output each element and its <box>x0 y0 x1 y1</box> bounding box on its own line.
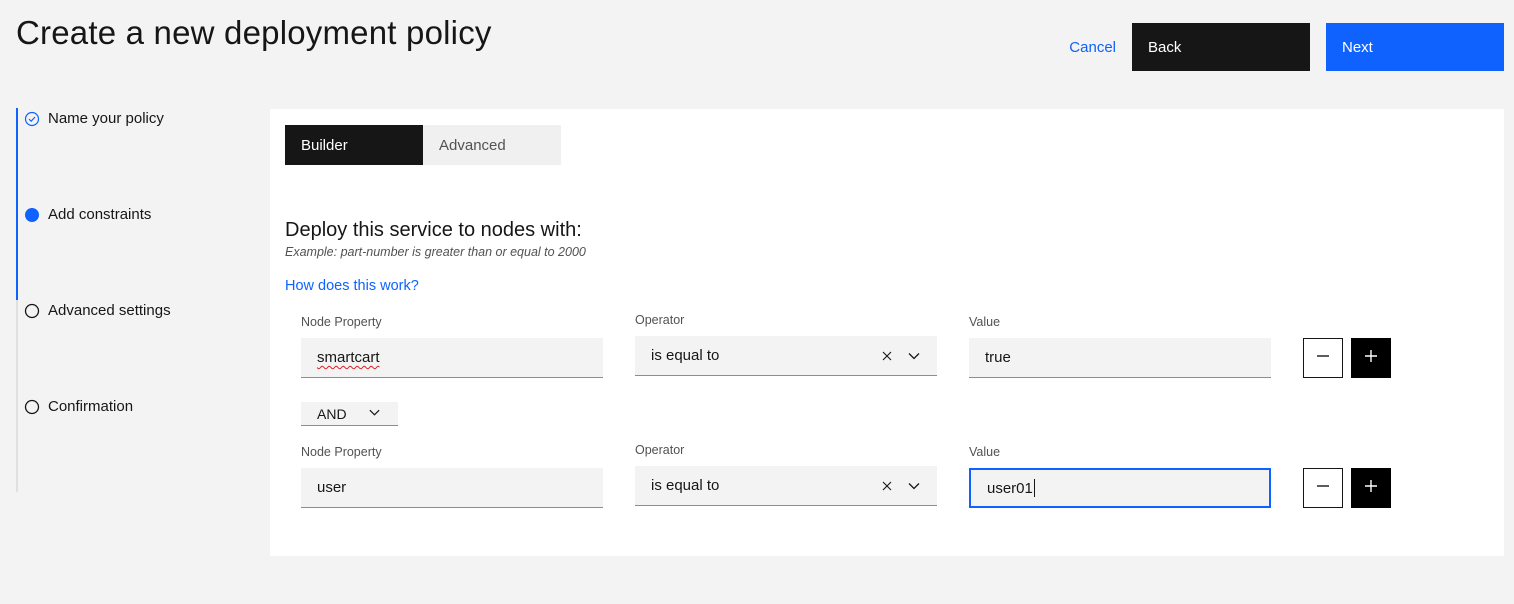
subtract-icon <box>1315 348 1331 369</box>
close-icon[interactable] <box>881 350 893 362</box>
step-label: Name your policy <box>48 110 164 127</box>
add-row-button[interactable] <box>1351 338 1391 378</box>
help-link[interactable]: How does this work? <box>285 278 419 294</box>
filled-circle-icon <box>24 207 40 223</box>
subtract-icon <box>1315 478 1331 499</box>
node-property-value: user <box>317 479 347 496</box>
conjunction-dropdown[interactable]: AND <box>301 402 398 426</box>
value-label: Value <box>969 315 1001 329</box>
step-label: Advanced settings <box>48 302 171 319</box>
operator-label: Operator <box>635 443 685 457</box>
next-button[interactable]: Next <box>1326 23 1504 71</box>
value-text: true <box>985 349 1011 366</box>
back-button[interactable]: Back <box>1132 23 1310 71</box>
node-property-input[interactable]: smartcart <box>301 338 603 378</box>
progress-rail-complete <box>16 108 18 300</box>
content-switcher: Builder Advanced <box>285 125 561 165</box>
add-row-button[interactable] <box>1351 468 1391 508</box>
node-property-label: Node Property <box>301 315 382 329</box>
tab-advanced[interactable]: Advanced <box>423 125 561 165</box>
circle-outline-icon <box>24 303 40 319</box>
constraints-card: Builder Advanced Deploy this service to … <box>270 109 1504 556</box>
value-input[interactable]: true <box>969 338 1271 378</box>
circle-outline-icon <box>24 399 40 415</box>
node-property-label: Node Property <box>301 445 382 459</box>
add-icon <box>1363 348 1379 369</box>
node-property-input[interactable]: user <box>301 468 603 508</box>
text-cursor <box>1033 479 1035 497</box>
operator-label: Operator <box>635 313 685 327</box>
step-label: Add constraints <box>48 206 152 223</box>
remove-row-button[interactable] <box>1303 468 1343 508</box>
operator-select[interactable]: is equal to <box>635 336 937 376</box>
step-confirmation[interactable]: Confirmation <box>24 398 133 415</box>
header-actions: Cancel Back Next <box>1053 23 1504 71</box>
chevron-down-icon[interactable] <box>907 349 921 363</box>
value-label: Value <box>969 445 1001 459</box>
operator-value: is equal to <box>651 347 720 364</box>
section-title: Deploy this service to nodes with: <box>285 219 582 241</box>
step-add-constraints[interactable]: Add constraints <box>24 206 151 223</box>
chevron-down-icon <box>368 406 381 422</box>
add-icon <box>1363 478 1379 499</box>
close-icon[interactable] <box>881 480 893 492</box>
value-input[interactable]: user01 <box>969 468 1271 508</box>
page-title: Create a new deployment policy <box>16 14 492 51</box>
step-label: Confirmation <box>48 398 134 415</box>
operator-select[interactable]: is equal to <box>635 466 937 506</box>
operator-value: is equal to <box>651 477 720 494</box>
conjunction-value: AND <box>317 405 347 422</box>
chevron-down-icon[interactable] <box>907 479 921 493</box>
remove-row-button[interactable] <box>1303 338 1343 378</box>
tab-builder[interactable]: Builder <box>285 125 423 165</box>
value-text: user01 <box>987 479 1033 497</box>
section-example: Example: part-number is greater than or … <box>285 245 586 259</box>
step-name-your-policy[interactable]: Name your policy <box>24 110 164 127</box>
cancel-button[interactable]: Cancel <box>1053 23 1132 71</box>
step-advanced-settings[interactable]: Advanced settings <box>24 302 171 319</box>
node-property-value: smartcart <box>317 349 380 366</box>
checkmark-outline-icon <box>24 111 40 127</box>
